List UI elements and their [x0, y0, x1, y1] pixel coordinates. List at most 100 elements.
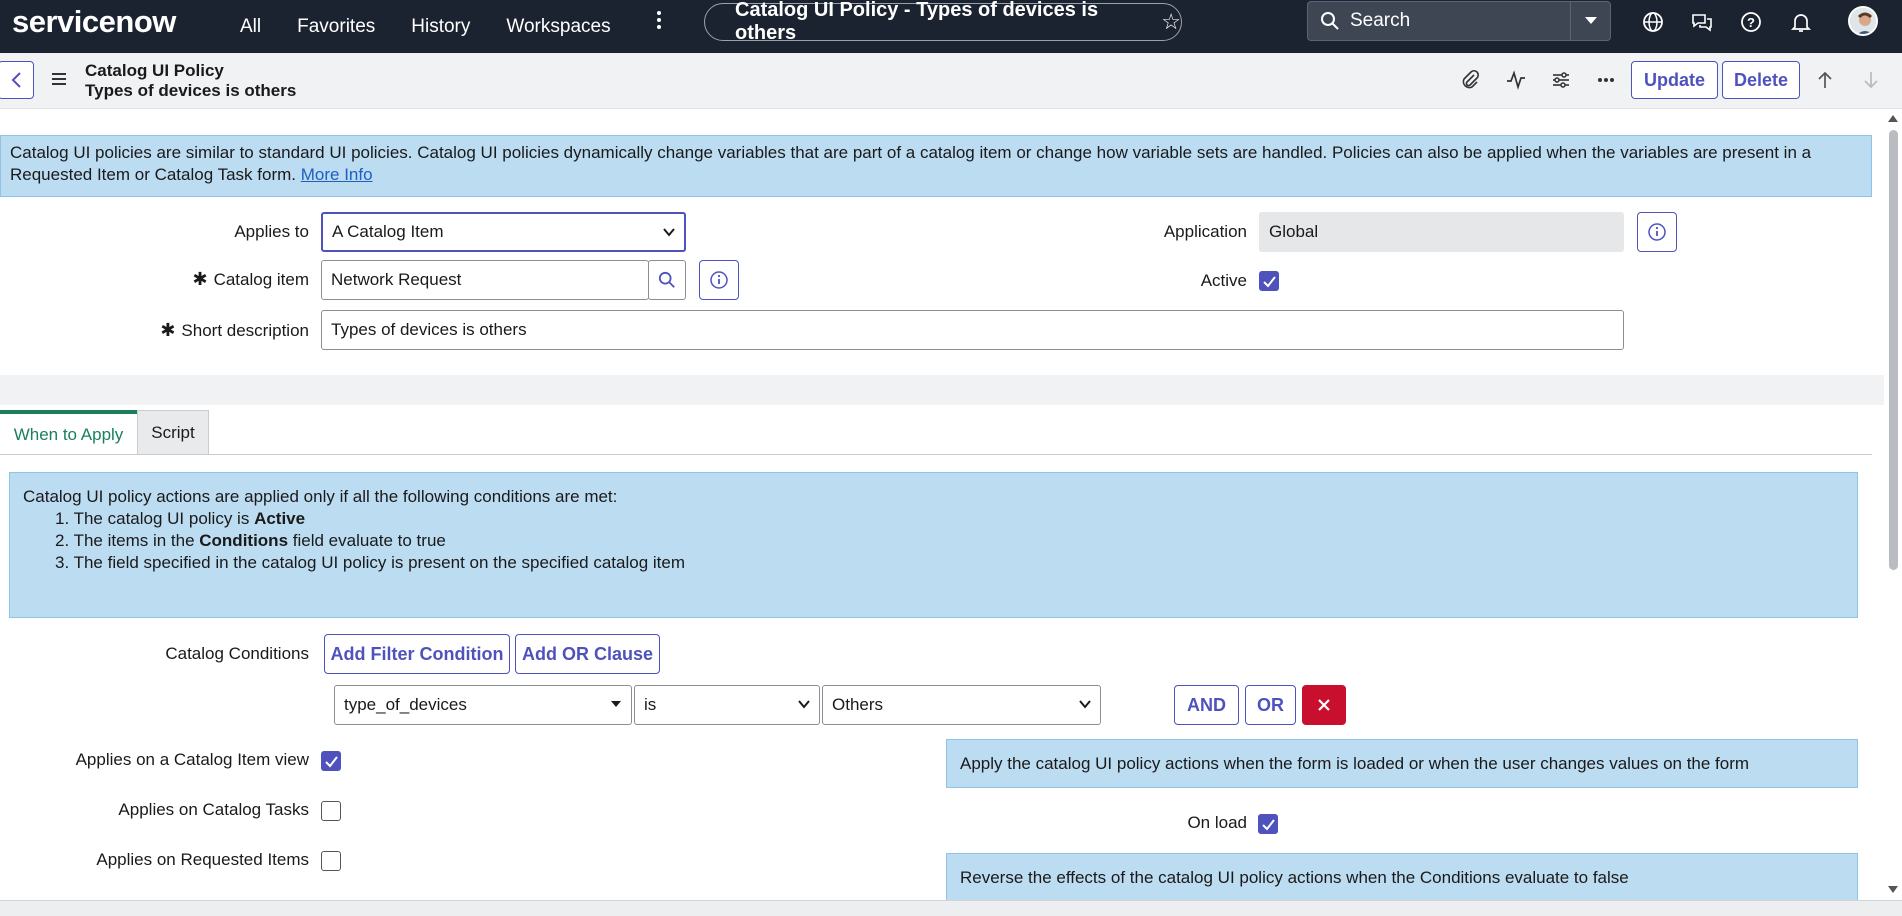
- back-button[interactable]: [0, 61, 34, 99]
- required-asterisk-icon: ✱: [160, 320, 176, 340]
- next-record-arrow-down-icon[interactable]: [1860, 69, 1882, 91]
- record-table-name: Catalog UI Policy: [85, 61, 224, 80]
- nav-link-workspaces[interactable]: Workspaces: [506, 16, 610, 38]
- catalog-item-value: Network Request: [331, 270, 462, 289]
- tab-script[interactable]: Script: [137, 410, 209, 455]
- more-menu-icon[interactable]: [652, 10, 666, 30]
- checkmark-icon: [325, 756, 338, 768]
- chevron-down-icon: [663, 228, 675, 237]
- condition-operator-value: is: [644, 695, 657, 714]
- applies-to-select[interactable]: A Catalog Item: [321, 212, 686, 252]
- catalog-conditions-label: Catalog Conditions: [165, 644, 309, 663]
- onload-label: On load: [1187, 813, 1247, 832]
- more-options-ellipsis-icon[interactable]: [1595, 69, 1617, 91]
- catalog-item-reference-field[interactable]: Network Request: [321, 260, 649, 300]
- reverse-if-false-text: Reverse the effects of the catalog UI po…: [960, 868, 1629, 887]
- update-button[interactable]: Update: [1631, 61, 1718, 99]
- catalog-item-info-button[interactable]: [699, 260, 739, 300]
- chevron-down-icon: [1584, 17, 1597, 24]
- condition-value-select[interactable]: Others: [822, 685, 1101, 725]
- short-description-input[interactable]: Types of devices is others: [321, 310, 1624, 350]
- short-description-value: Types of devices is others: [331, 320, 527, 339]
- onload-info-banner: Apply the catalog UI policy actions when…: [946, 739, 1858, 788]
- record-title: Catalog UI Policy Types of devices is ot…: [85, 61, 296, 101]
- conditions-info-banner: Catalog UI policy actions are applied on…: [9, 472, 1858, 618]
- previous-record-arrow-up-icon[interactable]: [1814, 69, 1836, 91]
- nav-link-favorites[interactable]: Favorites: [297, 16, 375, 38]
- applies-catalog-tasks-label: Applies on Catalog Tasks: [118, 800, 309, 819]
- policy-info-text: Catalog UI policies are similar to stand…: [10, 143, 1812, 184]
- info-icon: [710, 271, 728, 289]
- scrollbar-thumb[interactable]: [1889, 130, 1898, 570]
- close-icon: [1318, 699, 1330, 711]
- servicenow-logo[interactable]: servicenow: [12, 4, 176, 40]
- applies-catalog-item-view-checkbox[interactable]: [321, 751, 341, 771]
- catalog-item-label: ✱ Catalog item: [192, 269, 309, 289]
- notifications-bell-icon[interactable]: [1789, 10, 1813, 34]
- more-info-link[interactable]: More Info: [301, 165, 373, 184]
- policy-info-banner: Catalog UI policies are similar to stand…: [0, 135, 1872, 197]
- chevron-down-icon: [1079, 700, 1091, 709]
- onload-checkbox[interactable]: [1258, 814, 1278, 834]
- personalize-form-sliders-icon[interactable]: [1550, 69, 1572, 91]
- applies-to-label: Applies to: [234, 222, 309, 241]
- application-value: Global: [1269, 222, 1319, 241]
- search-input[interactable]: Search: [1350, 10, 1570, 32]
- top-navigation-bar: servicenow All Favorites History Workspa…: [0, 0, 1902, 53]
- required-asterisk-icon: ✱: [192, 269, 208, 289]
- condition-item-2: 2. The items in the Conditions field eva…: [55, 531, 446, 550]
- record-title-text: Catalog UI Policy - Types of devices is …: [735, 0, 1099, 44]
- add-or-clause-button[interactable]: Add OR Clause: [515, 634, 660, 674]
- info-icon: [1648, 223, 1666, 241]
- condition-item-3: 3. The field specified in the catalog UI…: [55, 553, 685, 572]
- search-scope-dropdown[interactable]: [1570, 2, 1610, 40]
- chevron-down-icon: [798, 700, 810, 709]
- applies-catalog-item-view-label: Applies on a Catalog Item view: [75, 750, 309, 769]
- applies-requested-items-checkbox[interactable]: [321, 851, 341, 871]
- conditions-list: 1. The catalog UI policy is Active 2. Th…: [23, 508, 1857, 574]
- reverse-if-false-banner: Reverse the effects of the catalog UI po…: [946, 853, 1858, 901]
- delete-condition-button[interactable]: [1302, 685, 1346, 725]
- active-checkbox[interactable]: [1259, 271, 1279, 291]
- scroll-down-arrow-icon[interactable]: [1887, 885, 1899, 895]
- global-search[interactable]: Search: [1307, 1, 1611, 41]
- tab-when-to-apply[interactable]: When to Apply: [0, 410, 137, 455]
- record-display-name: Types of devices is others: [85, 81, 297, 100]
- activity-stream-icon[interactable]: [1505, 69, 1527, 91]
- add-filter-condition-button[interactable]: Add Filter Condition: [324, 634, 510, 674]
- condition-item-1: 1. The catalog UI policy is Active: [55, 509, 306, 528]
- applies-requested-items-label: Applies on Requested Items: [96, 850, 309, 869]
- help-icon[interactable]: ?: [1739, 10, 1763, 34]
- nav-links: All Favorites History Workspaces: [240, 0, 647, 53]
- chat-icon[interactable]: [1690, 10, 1714, 34]
- attachment-paperclip-icon[interactable]: [1459, 69, 1481, 91]
- catalog-item-lookup-button[interactable]: [648, 260, 686, 300]
- onload-info-text: Apply the catalog UI policy actions when…: [960, 754, 1750, 773]
- tab-divider: [0, 454, 1872, 455]
- search-icon: [658, 271, 675, 288]
- scroll-up-arrow-icon[interactable]: [1887, 113, 1899, 123]
- record-title-pill[interactable]: Catalog UI Policy - Types of devices is …: [704, 0, 1182, 44]
- user-avatar[interactable]: [1848, 6, 1878, 36]
- context-menu-icon[interactable]: [52, 73, 66, 85]
- and-condition-button[interactable]: AND: [1174, 685, 1239, 725]
- checkmark-icon: [1262, 819, 1275, 831]
- nav-link-all[interactable]: All: [240, 16, 261, 38]
- or-condition-button[interactable]: OR: [1245, 685, 1296, 725]
- condition-operator-select[interactable]: is: [634, 685, 820, 725]
- svg-text:?: ?: [1747, 15, 1755, 30]
- short-description-label: ✱ Short description: [160, 320, 309, 340]
- record-header: Catalog UI Policy Types of devices is ot…: [0, 53, 1902, 109]
- taskbar-strip: [0, 900, 1902, 916]
- conditions-intro: Catalog UI policy actions are applied on…: [23, 487, 618, 506]
- globe-icon[interactable]: [1641, 10, 1665, 34]
- condition-value-value: Others: [832, 695, 884, 714]
- active-label: Active: [1200, 271, 1247, 290]
- favorite-star-icon[interactable]: ☆: [1161, 9, 1181, 35]
- section-separator: [0, 375, 1902, 405]
- condition-field-select[interactable]: type_of_devices: [334, 685, 632, 725]
- delete-button[interactable]: Delete: [1722, 61, 1800, 99]
- application-info-button[interactable]: [1637, 212, 1677, 252]
- nav-link-history[interactable]: History: [411, 16, 470, 38]
- applies-catalog-tasks-checkbox[interactable]: [321, 801, 341, 821]
